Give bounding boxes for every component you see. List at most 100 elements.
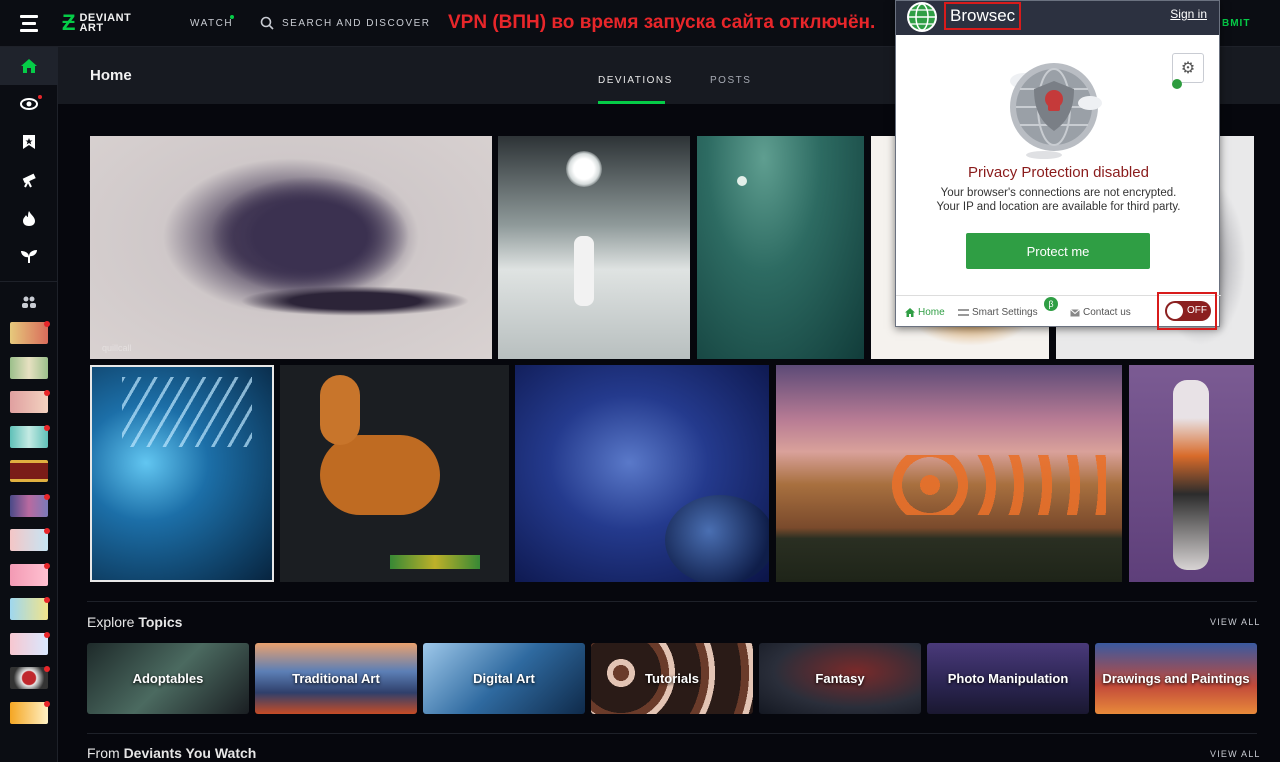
group-thumb[interactable]	[0, 385, 58, 420]
explore-view-all-link[interactable]: VIEW ALL	[1210, 617, 1261, 627]
menu-icon[interactable]	[0, 0, 58, 47]
protect-me-button[interactable]: Protect me	[966, 233, 1150, 269]
topic-label: Digital Art	[473, 671, 535, 686]
footer-home-label: Home	[918, 307, 945, 318]
rail-watch[interactable]	[0, 85, 58, 123]
topic-label: Traditional Art	[292, 671, 380, 686]
topic-photo-manipulation[interactable]: Photo Manipulation	[927, 643, 1089, 714]
page-title: Home	[90, 67, 132, 84]
notification-dot	[44, 631, 50, 638]
watching-title: From Deviants You Watch	[87, 745, 256, 761]
group-thumb[interactable]	[0, 523, 58, 558]
envelope-icon	[1070, 308, 1080, 316]
sprout-icon	[21, 250, 37, 263]
sliders-icon	[958, 309, 969, 316]
deviation-thumbnail[interactable]	[498, 136, 690, 359]
group-thumb[interactable]	[0, 592, 58, 627]
search-bar[interactable]: SEARCH AND DISCOVER	[260, 16, 440, 30]
rail-popular[interactable]	[0, 199, 58, 237]
tab-deviations[interactable]: DEVIATIONS	[598, 75, 673, 86]
groups-icon	[22, 296, 36, 308]
explore-topics-title: Explore Topics	[87, 614, 182, 630]
notification-dot	[44, 321, 50, 327]
browsec-brand: Browsec	[944, 2, 1022, 30]
sign-in-link[interactable]: Sign in	[1170, 7, 1207, 21]
toggle-highlight: OFF	[1157, 292, 1217, 330]
deviation-thumbnail[interactable]	[90, 365, 274, 582]
rail-groups[interactable]	[0, 288, 58, 316]
group-thumb[interactable]	[0, 351, 58, 386]
notification-dot	[44, 666, 50, 672]
topic-label: Photo Manipulation	[947, 671, 1069, 686]
group-thumb[interactable]	[0, 454, 58, 489]
artwork-watermark: quillcall	[102, 343, 132, 353]
footer-contact-link[interactable]: Contact us	[1070, 307, 1131, 318]
notification-dot	[44, 493, 50, 500]
topic-drawings-and-paintings[interactable]: Drawings and Paintings	[1095, 643, 1257, 714]
rail-discover[interactable]	[0, 161, 58, 199]
globe-icon	[907, 2, 937, 32]
group-thumb[interactable]	[0, 696, 58, 731]
deviation-thumbnail[interactable]	[280, 365, 509, 582]
eye-icon	[20, 98, 38, 110]
deviation-thumbnail[interactable]: quillcall	[90, 136, 492, 359]
deviantart-mark-icon: Ƶ	[62, 10, 76, 35]
deviation-thumbnail[interactable]	[515, 365, 769, 582]
group-thumb[interactable]	[0, 627, 58, 662]
tab-posts[interactable]: POSTS	[710, 75, 751, 86]
deviation-thumbnail[interactable]	[1129, 365, 1254, 582]
group-thumb[interactable]	[0, 661, 58, 696]
notification-dot	[44, 424, 50, 431]
explore-title-bold: Topics	[138, 614, 183, 630]
rail-divider	[0, 281, 57, 282]
topic-label: Drawings and Paintings	[1102, 671, 1250, 686]
section-divider	[87, 601, 1257, 602]
watch-link[interactable]: WATCH	[190, 14, 260, 29]
deviantart-logo[interactable]: Ƶ DEVIANT ART	[62, 10, 190, 36]
explore-title-light: Explore	[87, 614, 135, 630]
telescope-icon	[22, 173, 36, 188]
beta-badge: β	[1044, 297, 1058, 311]
topic-fantasy[interactable]: Fantasy	[759, 643, 921, 714]
home-icon	[905, 308, 915, 317]
watching-view-all-link[interactable]: VIEW ALL	[1210, 749, 1261, 759]
notification-dot	[44, 700, 50, 707]
notification-dot	[44, 562, 50, 569]
protection-status: Privacy Protection disabled	[968, 164, 1149, 181]
deviation-thumbnail[interactable]	[776, 365, 1122, 582]
deviation-thumbnail[interactable]	[697, 136, 864, 359]
toggle-knob	[1167, 303, 1183, 319]
rail-newest[interactable]	[0, 237, 58, 275]
submit-button[interactable]: BMIT	[1222, 18, 1250, 29]
notification-dot	[44, 390, 50, 396]
search-icon	[260, 16, 274, 30]
footer-smart-settings-link[interactable]: Smart Settings	[958, 307, 1038, 318]
footer-contact-label: Contact us	[1083, 307, 1131, 318]
group-thumb[interactable]	[0, 316, 58, 351]
rail-home[interactable]	[0, 47, 58, 85]
group-thumb[interactable]	[0, 420, 58, 455]
topic-label: Adoptables	[132, 671, 204, 686]
topic-tutorials[interactable]: Tutorials	[591, 643, 753, 714]
topic-digital-art[interactable]: Digital Art	[423, 643, 585, 714]
group-thumb[interactable]	[0, 489, 58, 524]
topic-label: Fantasy	[815, 671, 865, 686]
topic-traditional-art[interactable]: Traditional Art	[255, 643, 417, 714]
description-line-1: Your browser's connections are not encry…	[940, 187, 1177, 199]
vpn-warning-overlay: VPN (ВПН) во время запуска сайта отключё…	[448, 12, 876, 33]
vpn-toggle-switch[interactable]: OFF	[1165, 301, 1211, 321]
footer-home-link[interactable]: Home	[905, 307, 945, 318]
rail-deviations[interactable]	[0, 123, 58, 161]
shield-globe-icon	[1010, 63, 1102, 159]
home-icon	[21, 59, 37, 73]
topic-adoptables[interactable]: Adoptables	[87, 643, 249, 714]
browsec-popup: Browsec Sign in ⚙ Privacy Protection dis…	[895, 0, 1221, 330]
group-thumb[interactable]	[0, 558, 58, 593]
notification-dot	[44, 597, 50, 603]
left-rail	[0, 47, 58, 762]
status-dot	[1172, 79, 1182, 89]
notification-dot	[44, 528, 50, 534]
watch-label: WATCH	[190, 17, 234, 29]
search-input[interactable]: SEARCH AND DISCOVER	[282, 18, 431, 29]
watch-notification-dot	[230, 14, 234, 19]
